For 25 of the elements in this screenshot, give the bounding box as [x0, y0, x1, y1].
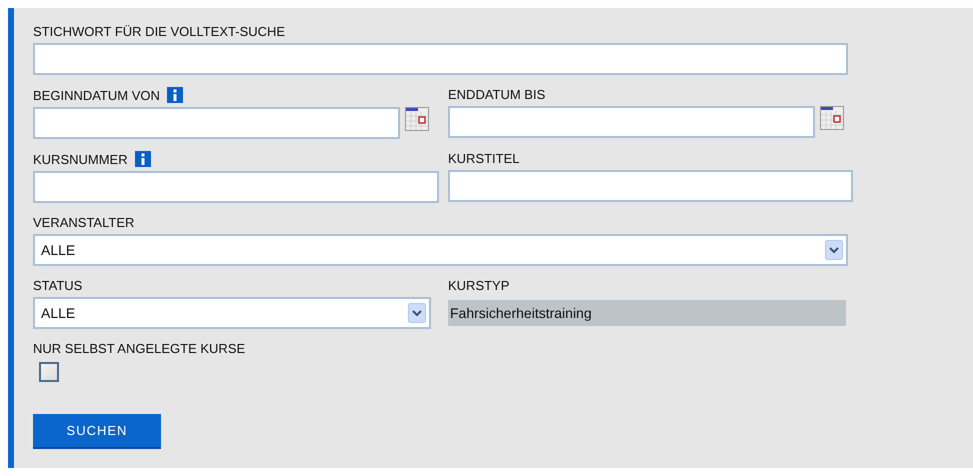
field-label: KURSTITEL — [448, 151, 520, 167]
field-label: KURSNUMMER — [33, 152, 128, 168]
field-label: STICHWORT FÜR DIE VOLLTEXT-SUCHE — [33, 24, 286, 40]
calendar-icon[interactable] — [820, 106, 844, 130]
field-label: STATUS — [33, 278, 82, 294]
calendar-icon[interactable] — [405, 107, 429, 131]
field-label: ENDDATUM BIS — [448, 87, 546, 103]
info-icon[interactable] — [166, 87, 183, 103]
checkbox[interactable] — [39, 362, 59, 382]
caret-icon — [825, 240, 843, 260]
field-label: BEGINNDATUM VON — [33, 88, 160, 104]
end-date-input[interactable] — [448, 106, 815, 138]
caret-icon — [408, 303, 426, 323]
field-label: VERANSTALTER — [33, 215, 134, 231]
begin-date-input[interactable] — [33, 107, 400, 139]
course-number-input[interactable] — [33, 171, 439, 203]
field-label: KURSTYP — [448, 278, 510, 294]
status-dropdown[interactable]: ALLE — [33, 297, 431, 329]
organizer-dropdown[interactable]: ALLE — [33, 234, 848, 266]
keyword-input[interactable] — [33, 43, 848, 75]
course-type-field: Fahrsicherheitstraining — [448, 300, 846, 326]
checkbox-label: NUR SELBST ANGELEGTE KURSE — [33, 341, 246, 357]
course-title-input[interactable] — [448, 170, 853, 202]
info-icon[interactable] — [134, 151, 151, 167]
search-button[interactable]: SUCHEN — [33, 414, 161, 449]
